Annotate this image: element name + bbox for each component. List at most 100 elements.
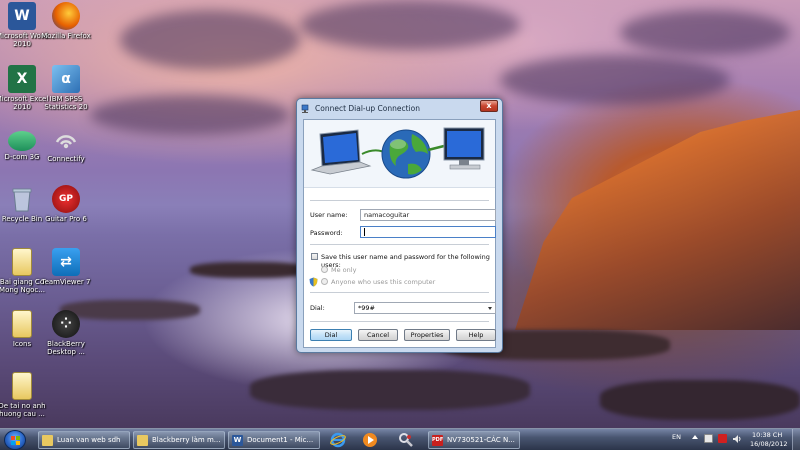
clock-date[interactable]: 16/08/2012 (750, 440, 787, 448)
desktop-icon-spss[interactable]: α IBM SPSS Statistics 20 (38, 65, 94, 111)
dial-button[interactable]: Dial (310, 329, 352, 341)
internet-explorer-icon (330, 432, 346, 448)
anyone-radio[interactable] (321, 278, 328, 285)
rock (600, 380, 800, 420)
pdf-icon: PDF (432, 435, 443, 446)
cancel-button[interactable]: Cancel (358, 329, 398, 341)
clock-time[interactable]: 10:38 CH (752, 431, 782, 439)
dial-label: Dial: (310, 304, 325, 312)
desktop-icon-connectify[interactable]: Connectify (38, 125, 94, 163)
separator (310, 244, 489, 245)
help-button[interactable]: Help (456, 329, 496, 341)
taskbar: Luan van web sdh Blackberry làm m... W D… (0, 428, 800, 450)
taskbar-pin-media-player[interactable] (362, 432, 378, 448)
separator (310, 200, 489, 201)
desktop-icon-label: Guitar Pro 6 (45, 215, 87, 223)
password-input[interactable] (360, 226, 496, 238)
dialup-banner-graphic (310, 127, 485, 179)
start-button[interactable] (4, 430, 26, 450)
properties-button[interactable]: Properties (404, 329, 450, 341)
folder-icon (42, 435, 53, 446)
dialup-banner (304, 120, 495, 188)
username-input[interactable]: namacoguitar (360, 209, 496, 221)
word-icon: W (232, 435, 243, 446)
desktop-icon-label: Connectify (47, 155, 85, 163)
cloud (500, 55, 730, 105)
cloud (90, 95, 290, 135)
teamviewer-icon: ⇄ (52, 248, 80, 276)
taskbar-item-label: NV730521-CÁC N... (447, 436, 515, 444)
spss-icon: α (52, 65, 80, 93)
save-credentials-checkbox[interactable] (311, 253, 318, 260)
blackberry-icon: ⁘ (52, 310, 80, 338)
media-player-icon (363, 433, 377, 447)
connectify-icon (52, 125, 80, 153)
network-tool-icon (399, 433, 413, 447)
taskbar-item-label: Document1 - Mic... (247, 436, 314, 444)
desktop-icon-label: IBM SPSS Statistics 20 (44, 95, 88, 111)
show-desktop-button[interactable] (792, 429, 800, 450)
volume-icon[interactable] (732, 434, 742, 446)
network-warning-icon[interactable] (718, 434, 727, 443)
dial-number-value: *99# (358, 304, 375, 312)
firefox-icon (52, 2, 80, 30)
text-caret (364, 228, 365, 236)
file-icon (12, 248, 32, 276)
password-label: Password: (310, 229, 343, 237)
desktop-icon-de-tai[interactable]: De tai no anh huong cau ... (0, 372, 50, 418)
taskbar-item-label: Blackberry làm m... (152, 436, 221, 444)
action-center-icon[interactable] (704, 434, 713, 443)
taskbar-item-document1[interactable]: W Document1 - Mic... (228, 431, 320, 449)
taskbar-pin-network-tool[interactable] (398, 432, 414, 448)
file-icon (12, 310, 32, 338)
tray-chevron-icon[interactable] (692, 435, 698, 439)
separator (310, 321, 489, 322)
taskbar-item-luan-van[interactable]: Luan van web sdh (38, 431, 130, 449)
desktop-icon-firefox[interactable]: Mozilla Firefox (38, 2, 94, 40)
desktop-icon-label: BlackBerry Desktop ... (47, 340, 85, 356)
folder-icon (137, 435, 148, 446)
windows-logo-icon (11, 436, 20, 445)
desktop-icon-blackberry[interactable]: ⁘ BlackBerry Desktop ... (38, 310, 94, 356)
taskbar-item-blackberry[interactable]: Blackberry làm m... (133, 431, 225, 449)
username-label: User name: (310, 211, 348, 219)
globe-icon (381, 129, 431, 179)
word-icon: W (8, 2, 36, 30)
language-indicator[interactable]: EN (672, 433, 681, 441)
dialup-dialog: Connect Dial-up Connection x User name: … (296, 98, 503, 353)
guitar-pro-icon: GP (52, 185, 80, 213)
close-button[interactable]: x (480, 100, 498, 112)
rock (190, 262, 310, 278)
anyone-label: Anyone who uses this computer (331, 278, 436, 286)
close-icon: x (486, 101, 492, 110)
dialog-client: User name: namacoguitar Password: Save t… (303, 119, 496, 348)
file-icon (12, 372, 32, 400)
dcom-icon (8, 131, 36, 151)
network-connection-icon (301, 104, 311, 114)
desktop-icon-label: TeamViewer 7 (41, 278, 91, 286)
monitor-icon (443, 127, 485, 170)
desktop-icon-label: Mozilla Firefox (41, 32, 91, 40)
taskbar-item-label: Luan van web sdh (57, 436, 121, 444)
rock (250, 370, 530, 410)
cloud (300, 0, 520, 50)
cliff (515, 110, 800, 330)
laptop-icon (310, 129, 372, 175)
taskbar-pin-internet-explorer[interactable] (330, 432, 346, 448)
cloud (620, 10, 790, 55)
desktop-icon-teamviewer[interactable]: ⇄ TeamViewer 7 (38, 248, 94, 286)
me-only-label: Me only (331, 266, 357, 274)
separator (310, 292, 489, 293)
cloud (120, 10, 300, 70)
uac-shield-icon (309, 277, 318, 289)
dialog-titlebar[interactable]: Connect Dial-up Connection x (297, 99, 502, 118)
taskbar-item-pdf[interactable]: PDF NV730521-CÁC N... (428, 431, 520, 449)
excel-icon: X (8, 65, 36, 93)
me-only-radio[interactable] (321, 266, 328, 273)
dial-number-select[interactable]: *99# (354, 302, 496, 314)
recycle-bin-icon (8, 185, 36, 213)
desktop-icon-guitar-pro[interactable]: GP Guitar Pro 6 (38, 185, 94, 223)
chevron-down-icon (488, 307, 492, 310)
desktop-icon-label: De tai no anh huong cau ... (0, 402, 46, 418)
dialog-title: Connect Dial-up Connection (315, 104, 420, 113)
